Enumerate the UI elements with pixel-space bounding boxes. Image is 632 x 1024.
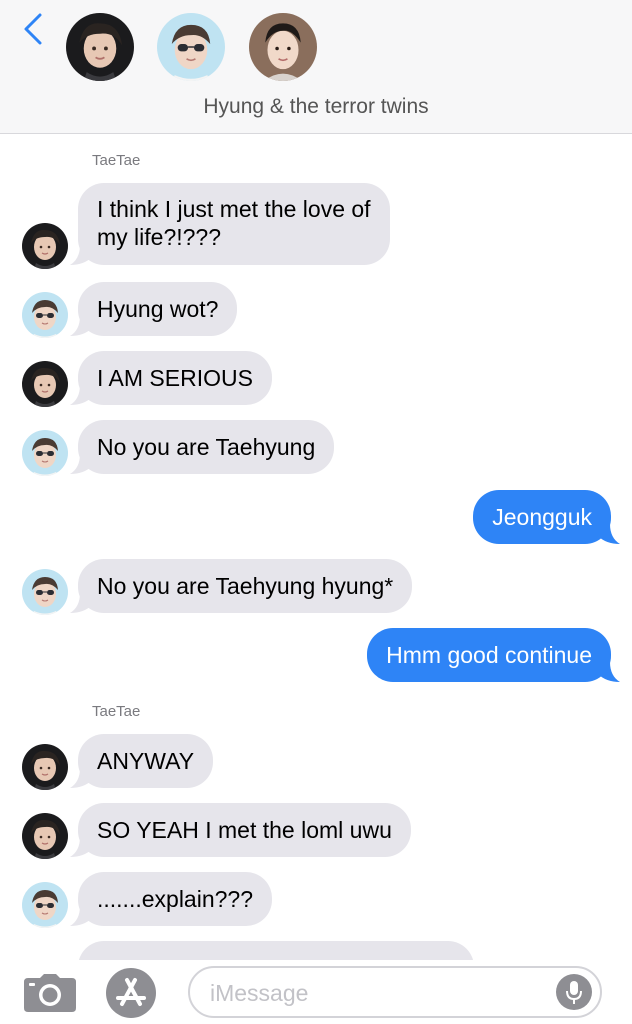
camera-button[interactable] [24, 974, 76, 1012]
sender-label: TaeTae [92, 152, 141, 169]
bubble-tail [598, 662, 620, 682]
bubble-tail [70, 316, 92, 336]
avatar[interactable] [22, 361, 68, 407]
message-thread[interactable]: TaeTae I think I just met the love of my… [0, 135, 632, 960]
incoming-bubble[interactable]: .......explain??? [78, 872, 272, 926]
incoming-bubble[interactable]: ANYWAY [78, 734, 214, 788]
incoming-bubble[interactable]: I AM SERIOUS [78, 351, 272, 405]
bubble-tail [70, 245, 92, 265]
app-store-button[interactable] [106, 968, 156, 1018]
avatar[interactable] [22, 292, 68, 338]
avatar[interactable] [22, 223, 68, 269]
participant-avatar-1[interactable] [66, 13, 134, 81]
conversation-header: Hyung & the terror twins [0, 0, 632, 134]
avatar[interactable] [22, 430, 68, 476]
chevron-left-icon [24, 13, 42, 45]
incoming-bubble[interactable]: No you are Taehyung [78, 420, 335, 474]
back-button[interactable] [20, 12, 46, 46]
composer-bar: iMessage [0, 960, 632, 1024]
avatar[interactable] [22, 813, 68, 859]
bubble-tail [70, 837, 92, 857]
avatar[interactable] [22, 882, 68, 928]
bubble-tail [70, 454, 92, 474]
bubble-tail [70, 385, 92, 405]
microphone-button[interactable] [556, 974, 592, 1010]
outgoing-bubble[interactable]: Jeongguk [473, 490, 611, 544]
avatar[interactable] [22, 569, 68, 615]
incoming-bubble-partial[interactable] [78, 941, 474, 960]
participant-avatar-2[interactable] [157, 13, 225, 81]
message-input-placeholder: iMessage [210, 980, 309, 1006]
sender-label: TaeTae [92, 703, 141, 720]
incoming-bubble[interactable]: SO YEAH I met the loml uwu [78, 803, 411, 857]
camera-icon [24, 974, 76, 1012]
incoming-bubble[interactable]: No you are Taehyung hyung* [78, 559, 413, 613]
app-store-icon [106, 968, 156, 1018]
group-name[interactable]: Hyung & the terror twins [0, 95, 632, 119]
bubble-tail [70, 906, 92, 926]
bubble-tail [70, 593, 92, 613]
participant-avatar-3[interactable] [249, 13, 317, 81]
bubble-tail [598, 524, 620, 544]
incoming-bubble[interactable]: I think I just met the love of my life?!… [78, 183, 390, 265]
incoming-bubble[interactable]: Hyung wot? [78, 282, 238, 336]
message-input[interactable]: iMessage [188, 966, 602, 1018]
microphone-icon [566, 981, 582, 1004]
avatar[interactable] [22, 744, 68, 790]
bubble-tail [70, 768, 92, 788]
outgoing-bubble[interactable]: Hmm good continue [367, 628, 611, 682]
